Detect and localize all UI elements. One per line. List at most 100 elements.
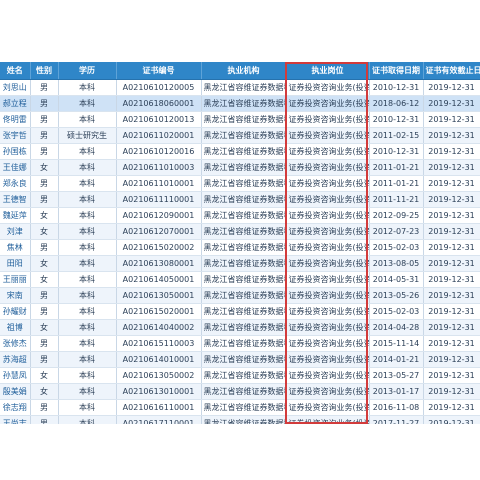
cell-cert-number: A0210615020002 (116, 239, 202, 256)
cell-institution: 黑龙江省容维证券数据程序化有 (201, 127, 287, 144)
column-header-name[interactable]: 姓名 (0, 62, 31, 80)
cell-gender: 男 (30, 111, 59, 128)
cell-cert-date: 2018-06-12 (369, 95, 424, 112)
cell-gender: 男 (30, 287, 59, 304)
cell-cert-date: 2013-08-05 (369, 255, 424, 272)
cell-institution: 黑龙江省容维证券数据程序化有 (201, 159, 287, 176)
cell-education: 本科 (58, 111, 117, 128)
cell-gender: 男 (30, 191, 59, 208)
cell-cert-number: A0210614010001 (116, 351, 202, 368)
table-row[interactable]: 田阳女本科A0210613080001黑龙江省容维证券数据程序化有证券投资咨询业… (0, 255, 480, 272)
table-row[interactable]: 焦林男本科A0210615020002黑龙江省容维证券数据程序化有证券投资咨询业… (0, 239, 480, 256)
table-row[interactable]: 宋南男本科A0210613050001黑龙江省容维证券数据程序化有证券投资咨询业… (0, 287, 480, 304)
cell-expiry-date: 2019-12-31 (423, 159, 480, 176)
table-body: 刘思山男本科A0210610120005黑龙江省容维证券数据程序化有证券投资咨询… (0, 79, 480, 424)
cell-name: 张宇哲 (0, 127, 31, 144)
cell-education: 本科 (58, 239, 117, 256)
cell-gender: 男 (30, 95, 59, 112)
cell-cert-date: 2012-07-23 (369, 223, 424, 240)
cell-position: 证券投资咨询业务(投资顾问) (286, 159, 370, 176)
table-row[interactable]: 张宇哲男硕士研究生A0210611020001黑龙江省容维证券数据程序化有证券投… (0, 127, 480, 144)
cell-institution: 黑龙江省容维证券数据程序化有 (201, 335, 287, 352)
cell-position: 证券投资咨询业务(投资顾问) (286, 399, 370, 416)
cell-name: 孙耀财 (0, 303, 31, 320)
cell-cert-number: A0210611110001 (116, 191, 202, 208)
column-header-institution[interactable]: 执业机构 (201, 62, 287, 80)
table-row[interactable]: 刘思山男本科A0210610120005黑龙江省容维证券数据程序化有证券投资咨询… (0, 79, 480, 96)
table-row[interactable]: 孙耀财男本科A0210615020001黑龙江省容维证券数据程序化有证券投资咨询… (0, 303, 480, 320)
cell-education: 本科 (58, 383, 117, 400)
cell-cert-date: 2014-01-21 (369, 351, 424, 368)
cell-expiry-date: 2019-12-31 (423, 111, 480, 128)
cell-gender: 女 (30, 255, 59, 272)
table-row[interactable]: 郝立程男本科A0210618060001黑龙江省容维证券数据程序化有证券投资咨询… (0, 95, 480, 112)
column-header-cert-date[interactable]: 证书取得日期 (369, 62, 424, 80)
table-row[interactable]: 孙国栋男本科A0210610120016黑龙江省容维证券数据程序化有证券投资咨询… (0, 143, 480, 160)
cell-institution: 黑龙江省容维证券数据程序化有 (201, 319, 287, 336)
cell-name: 佟明雷 (0, 111, 31, 128)
cell-education: 本科 (58, 191, 117, 208)
column-header-gender[interactable]: 性别 (30, 62, 59, 80)
cell-name: 苏海超 (0, 351, 31, 368)
table-row[interactable]: 郑永良男本科A0210611010001黑龙江省容维证券数据程序化有证券投资咨询… (0, 175, 480, 192)
table-row[interactable]: 王德智男本科A0210611110001黑龙江省容维证券数据程序化有证券投资咨询… (0, 191, 480, 208)
cell-expiry-date: 2019-12-31 (423, 271, 480, 288)
cell-education: 本科 (58, 303, 117, 320)
table-row[interactable]: 王佳娜女本科A0210611010003黑龙江省容维证券数据程序化有证券投资咨询… (0, 159, 480, 176)
column-header-expiry-date[interactable]: 证书有效截止日 (423, 62, 480, 80)
table-row[interactable]: 殷美娟女本科A0210613010001黑龙江省容维证券数据程序化有证券投资咨询… (0, 383, 480, 400)
cell-name: 徐志翔 (0, 399, 31, 416)
cell-gender: 男 (30, 79, 59, 96)
table-row[interactable]: 张修杰男本科A0210615110003黑龙江省容维证券数据程序化有证券投资咨询… (0, 335, 480, 352)
cell-expiry-date: 2019-12-31 (423, 415, 480, 424)
cell-position: 证券投资咨询业务(投资顾问) (286, 351, 370, 368)
top-blank-area (0, 0, 480, 62)
table-row[interactable]: 徐志翔男本科A0210616110001黑龙江省容维证券数据程序化有证券投资咨询… (0, 399, 480, 416)
cell-gender: 男 (30, 399, 59, 416)
cell-gender: 女 (30, 159, 59, 176)
cell-gender: 男 (30, 143, 59, 160)
cell-gender: 女 (30, 319, 59, 336)
cell-expiry-date: 2019-12-31 (423, 399, 480, 416)
cell-expiry-date: 2019-12-31 (423, 143, 480, 160)
cell-name: 刘津 (0, 223, 31, 240)
table-row[interactable]: 王丽丽女本科A0210614050001黑龙江省容维证券数据程序化有证券投资咨询… (0, 271, 480, 288)
cell-education: 本科 (58, 367, 117, 384)
cell-education: 本科 (58, 271, 117, 288)
cell-expiry-date: 2019-12-31 (423, 127, 480, 144)
advisor-table-container: 姓名 性别 学历 证书编号 执业机构 执业岗位 证书取得日期 证书有效截止日 刘思山男本科 A0… (0, 62, 480, 424)
cell-gender: 男 (30, 351, 59, 368)
cell-institution: 黑龙江省容维证券数据程序化有 (201, 79, 287, 96)
cell-cert-date: 2015-02-03 (369, 303, 424, 320)
cell-education: 本科 (58, 351, 117, 368)
cell-expiry-date: 2019-12-31 (423, 223, 480, 240)
cell-position: 证券投资咨询业务(投资顾问) (286, 335, 370, 352)
cell-position: 证券投资咨询业务(投资顾问) (286, 255, 370, 272)
cell-education: 本科 (58, 399, 117, 416)
column-header-cert-number[interactable]: 证书编号 (116, 62, 202, 80)
cell-cert-number: A0210610120016 (116, 143, 202, 160)
cell-education: 本科 (58, 79, 117, 96)
table-row[interactable]: 祖博女本科A0210614040002黑龙江省容维证券数据程序化有证券投资咨询业… (0, 319, 480, 336)
table-row[interactable]: 刘津女本科A0210612070001黑龙江省容维证券数据程序化有证券投资咨询业… (0, 223, 480, 240)
cell-expiry-date: 2019-12-31 (423, 351, 480, 368)
cell-institution: 黑龙江省容维证券数据程序化有 (201, 255, 287, 272)
cell-cert-date: 2014-04-28 (369, 319, 424, 336)
cell-expiry-date: 2019-12-31 (423, 239, 480, 256)
cell-position: 证券投资咨询业务(投资顾问) (286, 367, 370, 384)
cell-cert-date: 2012-09-25 (369, 207, 424, 224)
table-row[interactable]: 孙慧凤女本科A0210613050002黑龙江省容维证券数据程序化有证券投资咨询… (0, 367, 480, 384)
column-header-position[interactable]: 执业岗位 (286, 62, 370, 80)
column-header-education[interactable]: 学历 (58, 62, 117, 80)
table-row[interactable]: 王尚志男本科A0210617110001黑龙江省容维证券数据程序化有证券投资咨询… (0, 415, 480, 424)
table-row[interactable]: 佟明雷男本科A0210610120013黑龙江省容维证券数据程序化有证券投资咨询… (0, 111, 480, 128)
cell-institution: 黑龙江省容维证券数据程序化有 (201, 351, 287, 368)
cell-position: 证券投资咨询业务(投资顾问) (286, 95, 370, 112)
table-row[interactable]: 苏海超男本科A0210614010001黑龙江省容维证券数据程序化有证券投资咨询… (0, 351, 480, 368)
cell-cert-number: A0210615020001 (116, 303, 202, 320)
cell-cert-number: A0210612070001 (116, 223, 202, 240)
table-row[interactable]: 魏延萍女本科A0210612090001黑龙江省容维证券数据程序化有证券投资咨询… (0, 207, 480, 224)
cell-name: 孙国栋 (0, 143, 31, 160)
cell-gender: 男 (30, 239, 59, 256)
cell-gender: 女 (30, 207, 59, 224)
